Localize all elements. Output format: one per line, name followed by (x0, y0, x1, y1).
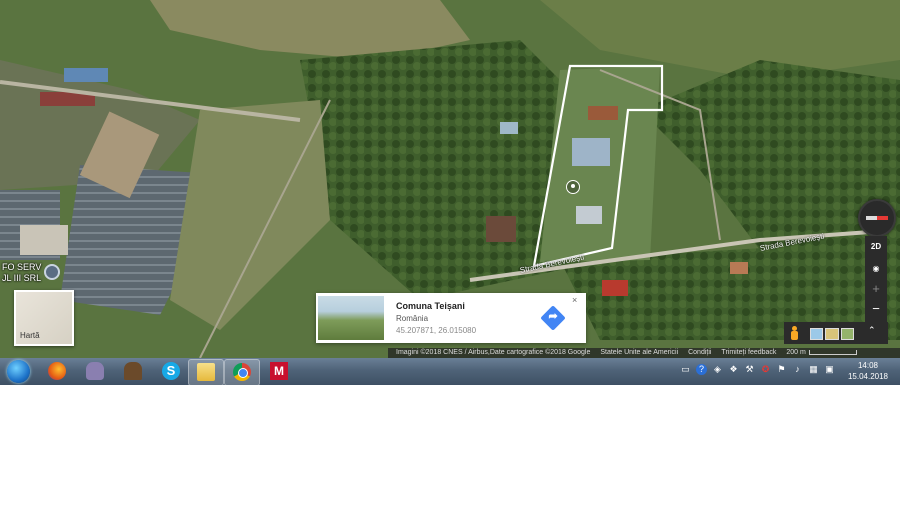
satellite-map[interactable]: FO SERV JL III SRL Strada Berevoiești St… (0, 0, 900, 358)
place-label-line-2: JL III SRL (2, 273, 42, 283)
terms-link[interactable]: Condiții (688, 349, 711, 356)
gimp-icon[interactable] (78, 359, 112, 384)
start-button[interactable] (7, 360, 30, 383)
system-tray: ▭ ? ◈ ❖ ⚒ ✪ ⚑ ♪ ▦ ▣ (676, 364, 840, 380)
acrobat-icon[interactable]: ✪ (760, 364, 771, 375)
view-mode-button[interactable]: 2D (865, 238, 887, 256)
place-country: România (396, 314, 429, 323)
place-coordinates: 45.207871, 26.015080 (396, 326, 477, 335)
directions-button[interactable]: ➦ (540, 305, 566, 331)
close-icon[interactable]: × (572, 295, 577, 305)
scale-label[interactable]: 200 m (786, 349, 805, 356)
clock-time: 14:08 (857, 361, 879, 370)
antivirus-icon[interactable]: ◈ (712, 364, 723, 375)
scale-bar (808, 349, 857, 355)
map-type-toggle[interactable]: Hartă (14, 290, 74, 346)
map-type-label: Hartă (20, 331, 40, 340)
clock-date: 15.04.2018 (847, 372, 889, 381)
imagery-layers[interactable] (810, 328, 854, 340)
zoom-in-button[interactable]: + (865, 280, 887, 298)
dropbox-icon[interactable]: ❖ (728, 364, 739, 375)
place-label-line-1: FO SERV (2, 262, 42, 272)
map-controls: 2D ◉ + − (865, 236, 887, 322)
chrome-icon[interactable] (224, 359, 260, 386)
place-photo[interactable] (318, 296, 384, 340)
compass-icon[interactable] (858, 199, 896, 237)
mcafee-icon[interactable]: M (262, 359, 296, 384)
volume-icon[interactable]: ♪ (792, 364, 803, 375)
network-icon[interactable]: ▦ (808, 364, 819, 375)
file-explorer-icon[interactable] (188, 359, 224, 386)
place-pin-icon[interactable] (44, 264, 60, 280)
my-location-icon[interactable]: ◉ (865, 260, 887, 278)
place-title[interactable]: Comuna Teișani (396, 301, 465, 311)
feedback-link[interactable]: Trimiteți feedback (721, 349, 776, 356)
imagery-credit: Imagini ©2018 CNES / Airbus,Date cartogr… (396, 349, 591, 356)
region-link[interactable]: Statele Unite ale Americii (600, 349, 678, 356)
place-label[interactable]: FO SERV JL III SRL (2, 262, 41, 284)
location-marker-icon[interactable] (566, 180, 580, 194)
place-info-card[interactable]: Comuna Teișani România 45.207871, 26.015… (316, 293, 586, 343)
map-bottom-tools: ⌃ (784, 322, 888, 344)
taskbar: S M ▭ ? ◈ ❖ ⚒ ✪ ⚑ ♪ ▦ ▣ 14:08 15.04.2018 (0, 358, 900, 386)
network-tool-icon[interactable]: ⚒ (744, 364, 755, 375)
flag-icon[interactable]: ⚑ (776, 364, 787, 375)
keyboard-icon[interactable]: ▭ (680, 364, 691, 375)
zoom-out-button[interactable]: − (865, 300, 887, 318)
display-icon[interactable]: ▣ (824, 364, 835, 375)
help-icon[interactable]: ? (696, 364, 707, 375)
directions-icon: ➦ (548, 310, 558, 323)
expand-icon[interactable]: ⌃ (868, 325, 876, 336)
firefox-icon[interactable] (40, 359, 74, 384)
clock[interactable]: 14:08 15.04.2018 (842, 360, 894, 382)
game-icon[interactable] (116, 359, 150, 384)
pegman-icon[interactable] (790, 326, 798, 340)
skype-icon[interactable]: S (154, 359, 188, 384)
map-attribution: Imagini ©2018 CNES / Airbus,Date cartogr… (388, 348, 900, 358)
